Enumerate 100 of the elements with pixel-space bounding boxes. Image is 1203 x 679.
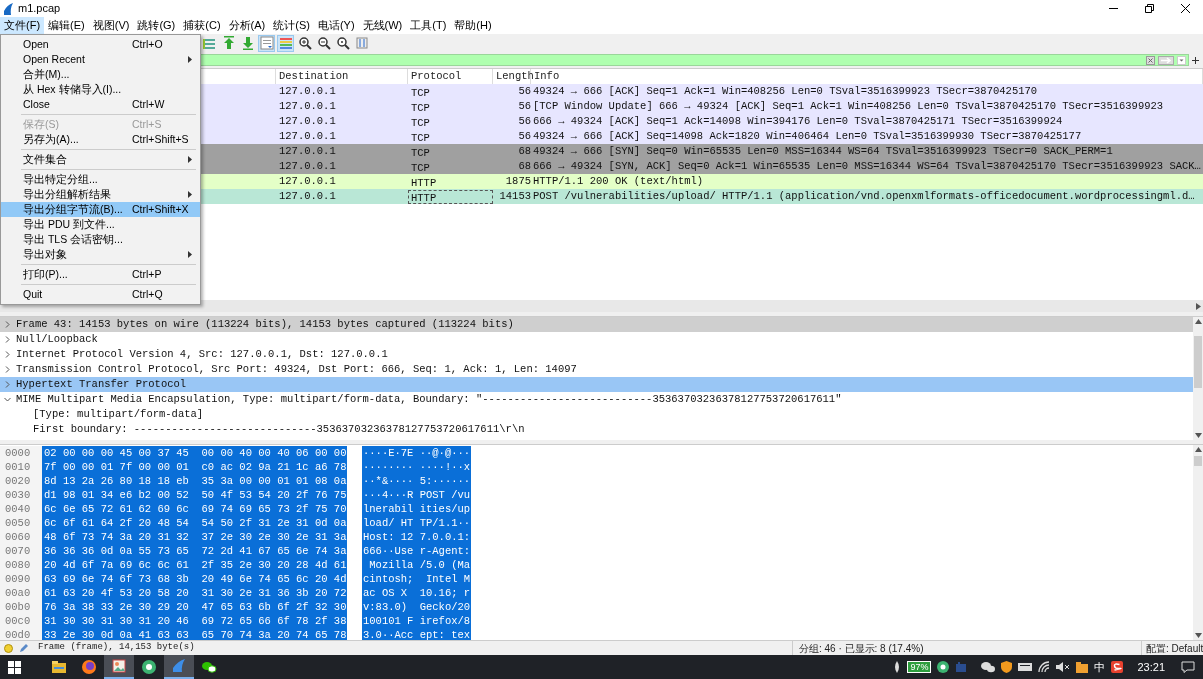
clock[interactable]: 23:21 <box>1137 658 1165 676</box>
table-cell-text: TCP <box>410 115 431 129</box>
table-cell-text: 127.0.0.1 <box>278 113 337 129</box>
table-cell-text: TCP <box>410 100 431 114</box>
vertical-scrollbar[interactable] <box>1193 317 1203 440</box>
toolbar-button[interactable] <box>315 34 332 52</box>
menu-item[interactable]: Open Ctrl+O <box>1 37 200 52</box>
line-offset: 0080 <box>0 558 42 572</box>
vertical-scrollbar[interactable] <box>1193 445 1203 640</box>
status-dot-icon[interactable] <box>4 643 13 653</box>
line-offset: 0090 <box>0 572 42 586</box>
table-cell-text: 127.0.0.1 <box>278 128 337 144</box>
line-offset: 0040 <box>0 502 42 516</box>
table-cell-text: 68 <box>517 158 531 174</box>
menu-item[interactable]: 合并(M)... <box>1 67 200 82</box>
packet-count: 分组: 46 · 已显示: 8 (17.4%) <box>799 641 924 656</box>
menu-item[interactable]: 捕获(C) <box>179 17 225 34</box>
tree-item[interactable]: MIME Multipart Media Encapsulation, Type: multipart/form-data, Boundary: "---------------------------35363703236378127753720617611" <box>16 392 842 407</box>
tree-item[interactable]: First boundary: -----------------------------35363703236378127753720617611\r\n <box>33 421 525 438</box>
ascii-text: Host: 12 7.0.0.1: <box>362 530 471 544</box>
hex-bytes: 36 36 36 0d 0a 55 73 65 72 2d 41 67 65 6e 74 3a <box>42 544 347 558</box>
ascii-text: ··*&···· 5:······ <box>362 474 471 488</box>
app-icon <box>3 2 14 15</box>
table-cell-text: HTTP <box>410 175 438 189</box>
line-offset: 0010 <box>0 460 42 474</box>
menu-item[interactable]: Close Ctrl+W <box>1 97 200 112</box>
ascii-text: lnerabil ities/up <box>362 502 471 516</box>
menu-item[interactable]: 电话(Y) <box>313 17 359 34</box>
chat-bubbles-icon[interactable] <box>981 661 996 673</box>
table-cell-text: 49324 → 666 [ACK] Seq=1 Ack=1 Win=408256 Len=0 TSval=3516399923 TSecr=3870425170 <box>532 83 1038 99</box>
chat-bubbles-icon <box>201 659 217 675</box>
line-offset: 00b0 <box>0 600 42 614</box>
ring-icon[interactable] <box>937 661 950 673</box>
menu-item[interactable]: 导出 PDU 到文件... <box>1 217 200 232</box>
menu-item[interactable]: 从 Hex 转储导入(I)... <box>1 82 200 97</box>
line-offset: 00a0 <box>0 586 42 600</box>
muted-speaker-icon[interactable] <box>1056 661 1071 673</box>
table-cell-text: TCP <box>410 145 431 159</box>
menu-item[interactable]: 导出分组解析结果 <box>1 187 200 202</box>
input-method-button[interactable]: 中 <box>1094 658 1106 676</box>
scroll-down-icon[interactable] <box>1194 433 1202 438</box>
menu-item[interactable]: 跳转(G) <box>133 17 180 34</box>
menu-item[interactable]: 统计(S) <box>269 17 314 34</box>
scroll-down-icon[interactable] <box>1194 633 1202 638</box>
menu-item[interactable]: 帮助(H) <box>450 17 496 34</box>
table-cell-text: 127.0.0.1 <box>278 188 337 204</box>
menu-item[interactable]: 导出对象 <box>1 247 200 262</box>
tree-item[interactable]: Internet Protocol Version 4, Src: 127.0.0.1, Dst: 127.0.0.1 <box>16 347 388 362</box>
toolbar-button[interactable] <box>334 34 351 52</box>
line-offset: 0060 <box>0 530 42 544</box>
tree-item[interactable]: Hypertext Transfer Protocol <box>16 377 187 392</box>
menu-item[interactable]: 导出分组字节流(B)... Ctrl+Shift+X <box>1 202 200 217</box>
menu-item[interactable]: 工具(T) <box>406 17 451 34</box>
windows-logo-icon <box>7 660 21 674</box>
line-offset: 0050 <box>0 516 42 530</box>
tree-item[interactable]: Transmission Control Protocol, Src Port: 49324, Dst Port: 666, Seq: 1, Ack: 1, Len: 14097 <box>16 362 577 377</box>
menu-item[interactable]: Open Recent <box>1 52 200 67</box>
window-title: m1.pcap <box>18 1 61 17</box>
menu-item[interactable]: Quit Ctrl+Q <box>1 287 200 302</box>
horizontal-scrollbar[interactable] <box>0 300 1203 312</box>
notification-icon[interactable] <box>1181 661 1195 673</box>
clear-icon[interactable] <box>1146 55 1155 65</box>
hex-bytes: 02 00 00 00 45 00 37 45 00 00 40 00 40 06 00 00 <box>42 446 347 460</box>
edit-icon[interactable] <box>19 643 28 653</box>
scroll-up-icon[interactable] <box>1194 447 1202 452</box>
menu-item[interactable]: 编辑(E) <box>44 17 89 34</box>
keyboard-icon[interactable] <box>1018 662 1033 672</box>
zoom-in-icon <box>297 36 312 50</box>
ascii-text: ········ ····!··x <box>362 460 471 474</box>
scroll-right-icon[interactable] <box>1196 302 1201 310</box>
menu-item[interactable]: 打印(P)... Ctrl+P <box>1 267 200 282</box>
line-offset: 0020 <box>0 474 42 488</box>
status-text: Frame (frame), 14,153 byte(s) <box>38 641 195 655</box>
folder-icon[interactable] <box>1076 661 1089 673</box>
shield-icon[interactable] <box>1001 661 1013 673</box>
scrollbar-thumb[interactable] <box>1194 336 1202 388</box>
list-icon <box>202 36 217 50</box>
menu-item[interactable]: 文件(F) <box>0 17 45 34</box>
line-offset: 0070 <box>0 544 42 558</box>
scrollbar-thumb[interactable] <box>1194 456 1202 466</box>
menu-item[interactable]: 导出 TLS 会话密钥... <box>1 232 200 247</box>
hex-bytes: 63 69 6e 74 6f 73 68 3b 20 49 6e 74 65 6c 20 4d <box>42 572 347 586</box>
s-logo-icon[interactable] <box>1111 661 1124 673</box>
menu-item[interactable]: 无线(W) <box>358 17 407 34</box>
hex-bytes: 7f 00 00 01 7f 00 00 01 c0 ac 02 9a 21 1c a6 78 <box>42 460 347 474</box>
wifi-icon[interactable] <box>1038 661 1051 673</box>
menu-item[interactable]: 分析(A) <box>224 17 270 34</box>
taskbar-button[interactable] <box>104 655 134 679</box>
ascii-text: Mozilla /5.0 (Ma <box>362 558 471 572</box>
leaf-icon[interactable] <box>893 661 902 673</box>
table-cell-text: 127.0.0.1 <box>278 173 337 189</box>
toolbar-button[interactable] <box>296 34 313 52</box>
scroll-up-icon[interactable] <box>1194 319 1202 324</box>
add-icon[interactable] <box>1192 56 1199 64</box>
menu-item[interactable]: 另存为(A)... Ctrl+Shift+S <box>1 132 200 147</box>
hex-bytes: 76 3a 38 33 2e 30 29 20 47 65 63 6b 6f 2f 32 30 <box>42 600 347 614</box>
tree-item[interactable]: Null/Loopback <box>16 332 98 347</box>
tree-item[interactable]: [Type: multipart/form-data] <box>33 406 204 423</box>
menu-item[interactable]: 导出特定分组... <box>1 172 200 187</box>
menu-item[interactable]: 视图(V) <box>88 17 134 34</box>
